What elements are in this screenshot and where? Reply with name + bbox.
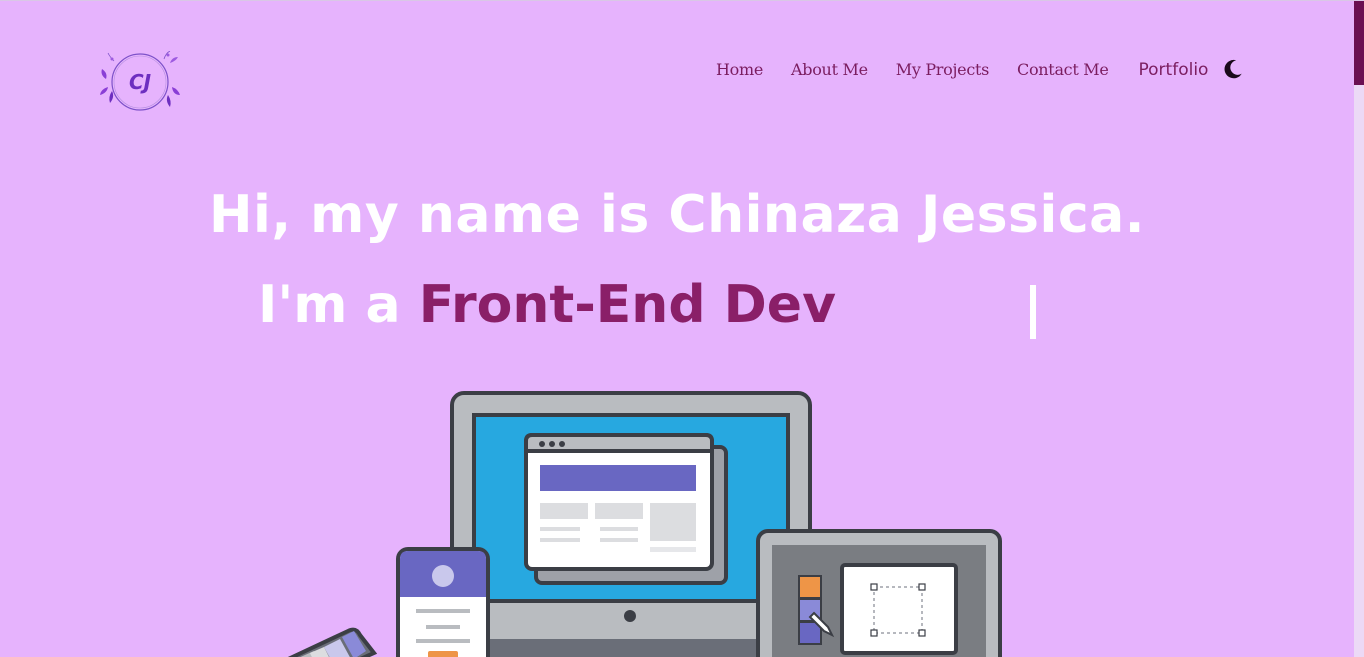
- hero-role-line: I'm a Front-End Developer: [258, 275, 838, 335]
- devices-illustration: [287, 391, 1002, 657]
- tablet-illustration: [756, 529, 1002, 657]
- nav-contact-me[interactable]: Contact Me: [1017, 60, 1109, 79]
- logo[interactable]: CJ: [98, 51, 182, 113]
- page: CJ Home About Me My Projects Contact Me …: [0, 0, 1364, 657]
- moon-icon[interactable]: [1222, 58, 1244, 80]
- nav-about-me[interactable]: About Me: [791, 60, 868, 79]
- nav-my-projects[interactable]: My Projects: [896, 60, 990, 79]
- hero-role-prefix: I'm a: [258, 275, 419, 335]
- scrollbar[interactable]: [1354, 1, 1364, 657]
- typing-cursor: [1030, 285, 1036, 339]
- logo-text: CJ: [129, 70, 152, 94]
- hero-greeting: Hi, my name is Chinaza Jessica.: [208, 185, 1145, 245]
- nav-home[interactable]: Home: [716, 60, 763, 79]
- nav-brand-portfolio[interactable]: Portfolio: [1139, 60, 1209, 80]
- color-swatch-illustration: [287, 627, 378, 657]
- hero-role-typed: Front-End Developer: [418, 275, 838, 335]
- navbar: Home About Me My Projects Contact Me Por…: [716, 57, 1244, 81]
- scrollbar-thumb[interactable]: [1354, 1, 1364, 85]
- phone-illustration: [396, 547, 490, 657]
